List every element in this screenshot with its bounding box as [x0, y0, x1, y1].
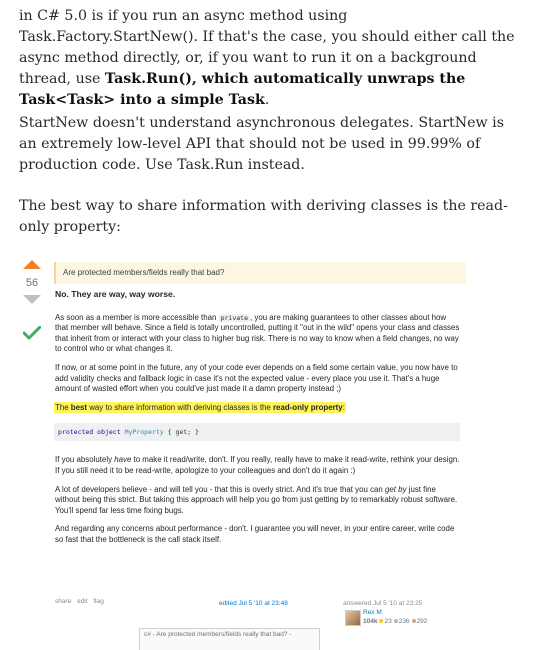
silver-badge-icon [393, 619, 398, 624]
inline-code: private [218, 313, 250, 322]
text: A lot of developers believe - and will t… [55, 484, 386, 494]
vote-count: 56 [25, 277, 39, 289]
edit-link[interactable]: edit [77, 598, 87, 605]
answer-paragraph: As soon as a member is more accessible t… [55, 313, 460, 355]
emphasis: get by [385, 484, 407, 494]
paragraph-task-run: in C# 5.0 is if you run an async method … [19, 6, 519, 111]
user-name-link[interactable]: Rex M [363, 609, 382, 616]
gold-badge-count: 23 [384, 618, 392, 625]
highlighted-paragraph: The best way to share information with d… [55, 402, 460, 414]
downvote-arrow-icon[interactable] [23, 295, 41, 304]
answer-paragraph: And regarding any concerns about perform… [55, 524, 455, 544]
embedded-stackoverflow-screenshot: 56 Are protected members/fields really t… [19, 252, 471, 650]
vote-cell: 56 [19, 260, 45, 304]
accepted-check-icon [23, 326, 41, 340]
question-title: Are protected members/fields really that… [63, 268, 225, 277]
flag-link[interactable]: flag [93, 598, 103, 605]
emphasis: have [114, 455, 132, 465]
code-text: { get; } [167, 428, 199, 437]
text: The [55, 402, 71, 412]
edited-timestamp[interactable]: edited Jul 5 '10 at 23:48 [219, 600, 288, 607]
reputation-score: 104k [363, 618, 378, 625]
answer-paragraph: If you absolutely have to make it read/w… [55, 455, 460, 476]
text: If you absolutely [55, 455, 115, 465]
post-menu: share edit flag [55, 598, 108, 605]
bronze-badge-count: 292 [416, 618, 428, 625]
answer-paragraph: A lot of developers believe - and will t… [55, 485, 460, 517]
text: : [342, 402, 345, 412]
bronze-badge-icon [411, 619, 416, 624]
code-keyword: object [97, 428, 121, 437]
paragraph-text: . [264, 92, 270, 108]
paragraph-startnew: StartNew doesn't understand asynchronous… [19, 115, 504, 173]
question-title-box: Are protected members/fields really that… [54, 262, 466, 284]
upvote-arrow-icon[interactable] [23, 260, 41, 269]
text: As soon as a member is more accessible t… [55, 312, 219, 322]
gold-badge-icon [379, 619, 384, 624]
answer-paragraph: If now, or at some point in the future, … [55, 362, 458, 394]
share-link[interactable]: share [55, 598, 71, 605]
answered-timestamp: answered Jul 5 '10 at 23:25 [343, 600, 423, 607]
code-block: protected object MyProperty { get; } [54, 423, 460, 442]
text: way to share information with deriving c… [87, 402, 273, 412]
silver-badge-count: 236 [398, 618, 410, 625]
highlight: The best way to share information with d… [55, 402, 345, 412]
answer-lead: No. They are way, way worse. [55, 289, 176, 299]
bold-text: read-only property [272, 402, 343, 412]
answer-body: No. They are way, way worse. As soon as … [54, 289, 460, 554]
reputation: 104k 23 236 292 [363, 618, 427, 625]
code-identifier: MyProperty [124, 428, 164, 437]
browser-tab-snippet: c# - Are protected members/fields really… [139, 628, 320, 650]
code-keyword: protected [58, 428, 94, 437]
avatar[interactable] [345, 610, 361, 626]
paragraph-readonly-property: The best way to share information with d… [19, 198, 508, 235]
bold-text: best [70, 402, 88, 412]
